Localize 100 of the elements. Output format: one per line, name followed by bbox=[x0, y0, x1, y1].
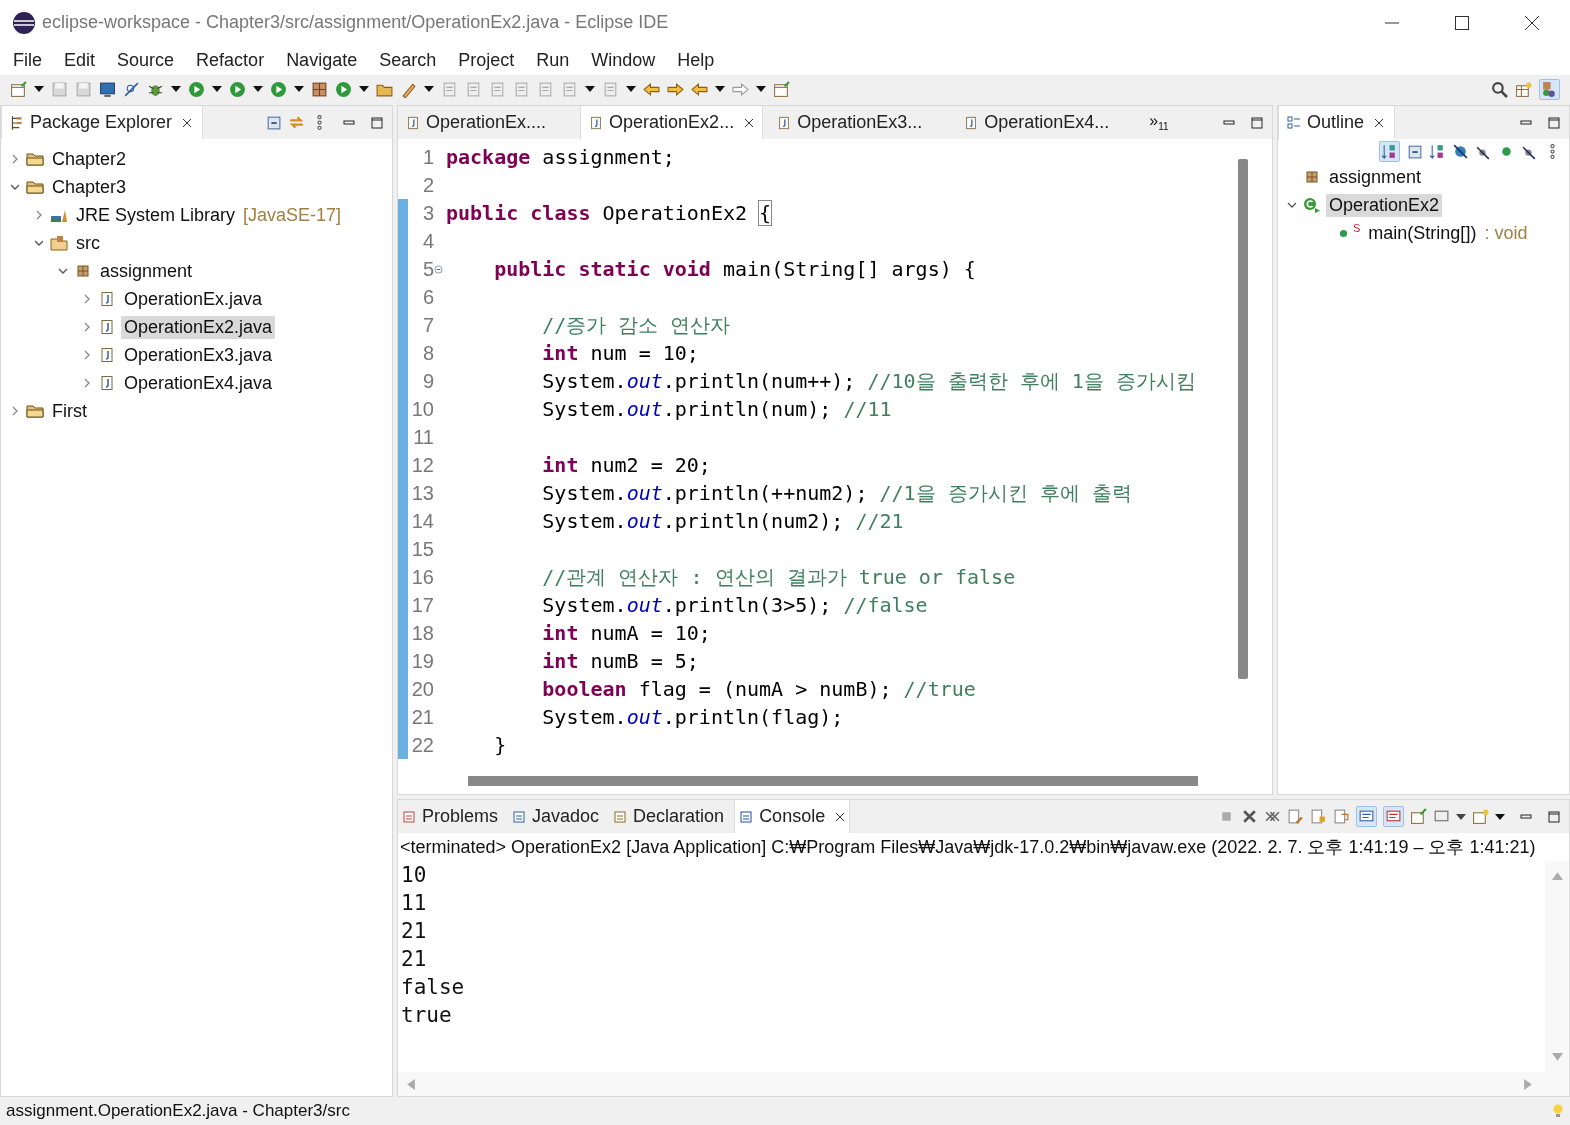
forward-arrow-icon[interactable] bbox=[732, 80, 749, 98]
view-tab[interactable]: Package Explorer bbox=[1, 106, 204, 139]
close-icon[interactable] bbox=[744, 117, 755, 128]
java-file-icon bbox=[589, 114, 604, 131]
caret-icon[interactable] bbox=[585, 86, 595, 92]
fold-collapse-icon[interactable] bbox=[434, 264, 443, 274]
menu-item[interactable]: File bbox=[13, 49, 42, 71]
code-line: int num2 = 20; bbox=[541, 453, 711, 477]
menu-item[interactable]: Window bbox=[591, 49, 656, 71]
editor-tab[interactable]: OperationEx.... bbox=[398, 106, 575, 139]
editor-tab[interactable]: OperationEx4... bbox=[956, 106, 1138, 139]
forward-arrow-icon[interactable] bbox=[667, 80, 684, 98]
view-tab[interactable]: Console bbox=[734, 800, 851, 833]
view-tab[interactable]: Declaration bbox=[609, 800, 729, 833]
caret-icon[interactable] bbox=[424, 86, 434, 92]
close-window-icon[interactable] bbox=[1524, 14, 1540, 31]
caret-icon[interactable] bbox=[756, 86, 766, 92]
menu-item[interactable]: Edit bbox=[64, 49, 96, 71]
tree-item[interactable]: OperationEx4.java bbox=[121, 371, 276, 395]
caret-icon[interactable] bbox=[1495, 813, 1505, 820]
tip-bulb-icon[interactable] bbox=[1552, 1103, 1564, 1119]
back-arrow-icon[interactable] bbox=[691, 80, 708, 98]
word-wrap-icon[interactable] bbox=[1333, 808, 1350, 825]
line-number: 19 bbox=[410, 649, 434, 673]
editor-tab[interactable]: OperationEx3... bbox=[769, 106, 951, 139]
monitor-icon[interactable] bbox=[99, 80, 116, 98]
line-number: 22 bbox=[410, 733, 434, 757]
scroll-lock-icon[interactable] bbox=[1310, 808, 1327, 825]
caret-icon[interactable] bbox=[212, 86, 222, 92]
line-number: 14 bbox=[410, 509, 434, 533]
run-icon[interactable] bbox=[270, 80, 287, 98]
tree-item[interactable]: Chapter2 bbox=[49, 147, 130, 171]
maximize-icon[interactable] bbox=[1250, 115, 1264, 130]
tree-item[interactable]: JRE System Library bbox=[73, 203, 239, 227]
tree-item[interactable]: assignment bbox=[97, 259, 196, 283]
package-icon[interactable] bbox=[311, 80, 328, 98]
search-icon[interactable] bbox=[1491, 80, 1508, 98]
caret-icon[interactable] bbox=[294, 86, 304, 92]
pin-console-icon[interactable] bbox=[1410, 808, 1427, 825]
close-icon[interactable] bbox=[835, 811, 846, 822]
sort-icon[interactable] bbox=[1429, 142, 1446, 160]
view-tab[interactable]: Javadoc bbox=[508, 800, 604, 833]
caret-icon[interactable] bbox=[359, 86, 369, 92]
tree-item[interactable]: OperationEx2 bbox=[1326, 193, 1443, 217]
line-number: 21 bbox=[410, 705, 434, 729]
close-icon[interactable] bbox=[182, 117, 193, 128]
menu-item[interactable]: Refactor bbox=[196, 49, 265, 71]
maximize-icon[interactable] bbox=[1547, 809, 1561, 824]
java-perspective-icon[interactable] bbox=[1539, 78, 1560, 100]
new-window-icon[interactable] bbox=[10, 80, 27, 98]
collapse-all-icon[interactable] bbox=[265, 114, 282, 131]
window-icon[interactable] bbox=[773, 80, 790, 98]
new-console-icon[interactable] bbox=[1472, 808, 1489, 825]
remove-icon[interactable] bbox=[1241, 808, 1258, 825]
brush-icon[interactable] bbox=[400, 80, 417, 98]
line-number: 10 bbox=[410, 397, 434, 421]
menu-item[interactable]: Navigate bbox=[286, 49, 358, 71]
tree-item[interactable]: src bbox=[73, 231, 103, 255]
menu-item[interactable]: Source bbox=[117, 49, 175, 71]
scrollbar-thumb[interactable] bbox=[468, 776, 1198, 786]
run-icon[interactable] bbox=[188, 80, 205, 98]
line-number: 2 bbox=[421, 173, 434, 197]
tree-item[interactable]: First bbox=[49, 399, 90, 423]
caret-icon[interactable] bbox=[626, 86, 636, 92]
caret-icon[interactable] bbox=[715, 86, 725, 92]
tab-overflow-button[interactable]: »$_{11}$ bbox=[1149, 112, 1169, 133]
tree-item[interactable]: assignment bbox=[1326, 165, 1425, 189]
editor-tab[interactable]: OperationEx2... bbox=[580, 106, 764, 139]
scrollbar-thumb[interactable] bbox=[1238, 159, 1248, 679]
caret-icon[interactable] bbox=[1456, 813, 1466, 820]
menu-item[interactable]: Help bbox=[677, 49, 715, 71]
menu-item[interactable]: Search bbox=[379, 49, 437, 71]
run-icon[interactable] bbox=[229, 80, 246, 98]
view-tab[interactable]: Outline bbox=[1278, 106, 1396, 139]
show-console-icon[interactable] bbox=[1356, 806, 1377, 827]
maximize-icon[interactable] bbox=[370, 115, 384, 130]
caret-icon[interactable] bbox=[171, 86, 181, 92]
tree-item[interactable]: OperationEx2.java bbox=[121, 315, 276, 339]
menu-item[interactable]: Run bbox=[536, 49, 570, 71]
tree-item[interactable]: Chapter3 bbox=[49, 175, 130, 199]
show-error-console-icon[interactable] bbox=[1383, 806, 1404, 827]
maximize-window-icon[interactable] bbox=[1454, 14, 1470, 31]
maximize-icon[interactable] bbox=[1547, 115, 1561, 130]
hide-fields-icon[interactable] bbox=[1452, 142, 1469, 160]
tree-item[interactable]: OperationEx3.java bbox=[121, 343, 276, 367]
refresh-icon[interactable] bbox=[335, 80, 352, 98]
menu-item[interactable]: Project bbox=[458, 49, 515, 71]
clear-console-icon[interactable] bbox=[1287, 808, 1304, 825]
back-arrow-icon[interactable] bbox=[643, 80, 660, 98]
console-output: 21 bbox=[401, 946, 428, 973]
skip-icon[interactable] bbox=[123, 80, 140, 98]
line-number: 16 bbox=[410, 565, 434, 589]
close-icon[interactable] bbox=[1374, 117, 1385, 128]
view-tab[interactable]: Problems bbox=[398, 800, 503, 833]
open-perspective-icon[interactable] bbox=[1515, 80, 1532, 98]
tree-item[interactable]: main(String[]) bbox=[1365, 221, 1480, 245]
caret-icon[interactable] bbox=[34, 86, 44, 92]
caret-icon[interactable] bbox=[253, 86, 263, 92]
sort-icon[interactable] bbox=[1379, 140, 1400, 162]
tree-item[interactable]: OperationEx.java bbox=[121, 287, 266, 311]
